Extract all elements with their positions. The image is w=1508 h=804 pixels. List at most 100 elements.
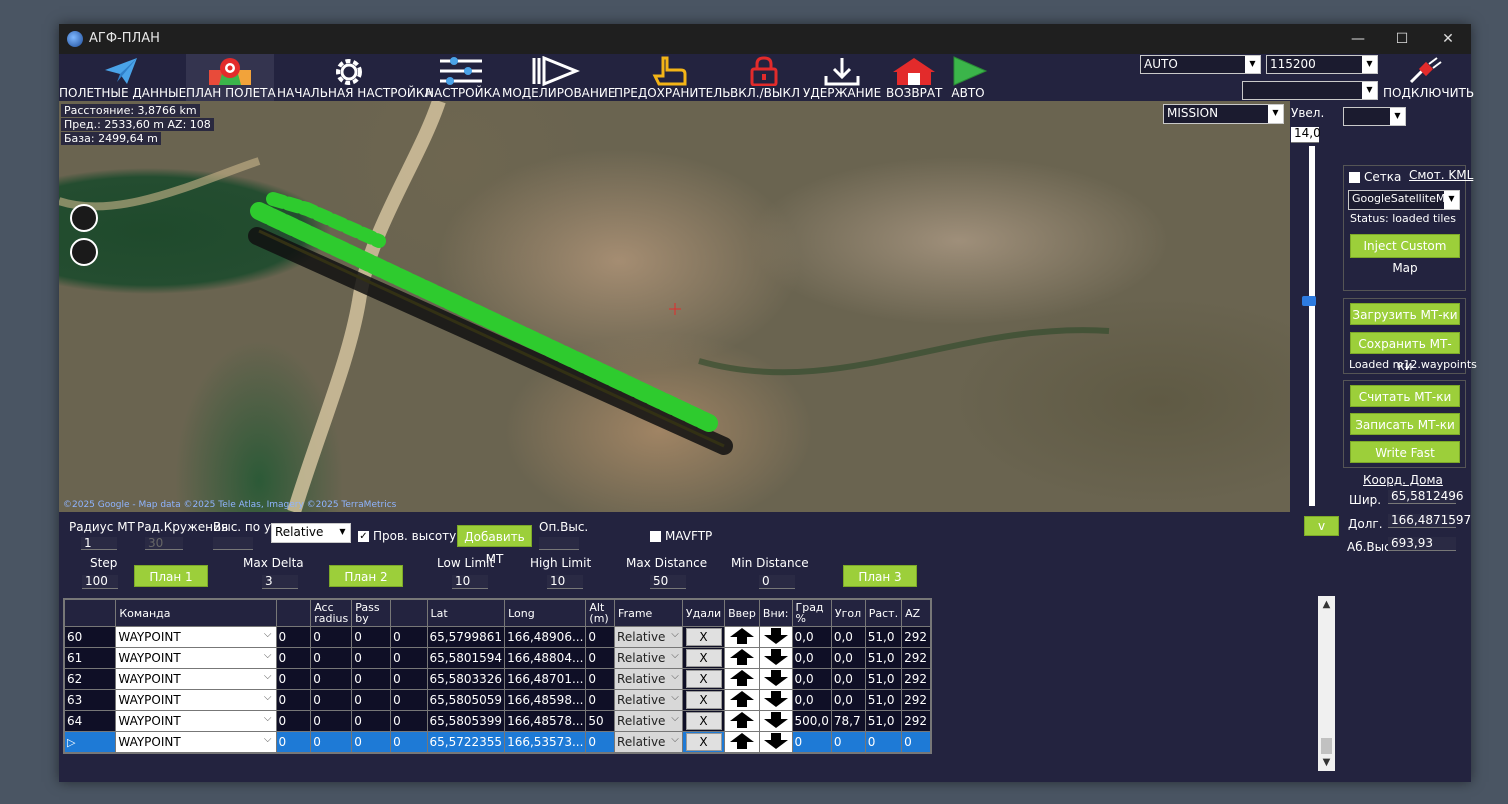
verify-height-checkbox[interactable]: ✓: [358, 531, 369, 542]
long-cell[interactable]: 166,48578...: [504, 710, 587, 732]
move-up-button[interactable]: [724, 647, 760, 669]
move-down-button[interactable]: [758, 647, 793, 669]
lat-cell[interactable]: 65,5799861: [426, 626, 506, 648]
row-number[interactable]: 64: [63, 710, 117, 732]
move-down-button[interactable]: [758, 710, 793, 732]
move-up-button[interactable]: [724, 626, 760, 648]
delete-row-button[interactable]: X: [685, 712, 722, 730]
kml-link[interactable]: Смот. KML: [1409, 168, 1473, 182]
move-up-button[interactable]: [724, 689, 760, 711]
max-distance-field[interactable]: 50: [650, 575, 686, 589]
low-limit-field[interactable]: 10: [452, 575, 488, 589]
pass-by-cell[interactable]: 0: [351, 731, 392, 753]
port-select[interactable]: ▼: [1242, 81, 1378, 100]
zoom-select[interactable]: ▼: [1343, 107, 1406, 126]
lat-cell[interactable]: 65,5801594: [426, 647, 506, 669]
zoom-icon[interactable]: [70, 238, 98, 266]
pass-by-cell[interactable]: 0: [351, 710, 392, 732]
alt-cell[interactable]: 0: [585, 668, 616, 690]
delete-row-button[interactable]: X: [685, 628, 722, 646]
toolbar-config[interactable]: НАСТРОЙКА: [425, 54, 500, 102]
write-waypoints-button[interactable]: Записать МТ-ки: [1350, 413, 1460, 435]
long-cell[interactable]: 166,48701...: [504, 668, 587, 690]
move-down-button[interactable]: [758, 731, 793, 753]
frame-select[interactable]: Relative ⌵: [614, 626, 683, 648]
param4-cell[interactable]: 0: [390, 668, 428, 690]
plan1-button[interactable]: План 1: [134, 565, 208, 587]
lat-cell[interactable]: 65,5722355: [426, 731, 506, 753]
command-select[interactable]: WAYPOINT ⌵: [115, 668, 277, 690]
alt-cell[interactable]: 0: [585, 689, 616, 711]
move-up-button[interactable]: [724, 710, 760, 732]
acc-radius-cell[interactable]: 0: [310, 731, 353, 753]
param4-cell[interactable]: 0: [390, 626, 428, 648]
map-source-select[interactable]: GoogleSatelliteMap ▼: [1348, 190, 1460, 210]
table-row[interactable]: 62 WAYPOINT ⌵ 0 0 0 0 65,5803326 166,48701... 0 Re…: [63, 668, 931, 690]
alt-cell[interactable]: 0: [585, 647, 616, 669]
toolbar-arm-disarm[interactable]: ВКЛ./ВЫКЛ: [730, 54, 800, 102]
toolbar-flight-data[interactable]: ПОЛЕТНЫЕ ДАННЫЕ: [59, 54, 186, 102]
scroll-thumb[interactable]: [1321, 738, 1332, 754]
pass-by-cell[interactable]: 0: [351, 647, 392, 669]
mavftp-checkbox[interactable]: [650, 531, 661, 542]
scroll-down-icon[interactable]: ▼: [1318, 754, 1335, 771]
expand-button[interactable]: v: [1304, 516, 1339, 536]
row-number[interactable]: 63: [63, 689, 117, 711]
delete-row-button[interactable]: X: [685, 670, 722, 688]
toolbar-loiter[interactable]: УДЕРЖАНИЕ: [803, 54, 881, 102]
min-distance-field[interactable]: 0: [759, 575, 795, 589]
move-up-button[interactable]: [724, 668, 760, 690]
move-down-button[interactable]: [758, 626, 793, 648]
param1-cell[interactable]: 0: [275, 710, 312, 732]
step-field[interactable]: 100: [82, 575, 118, 589]
param4-cell[interactable]: 0: [390, 710, 428, 732]
pass-by-cell[interactable]: 0: [351, 626, 392, 648]
command-select[interactable]: WAYPOINT ⌵: [115, 710, 277, 732]
toolbar-initial-setup[interactable]: НАЧАЛЬНАЯ НАСТРОЙКА: [277, 54, 433, 102]
map-view[interactable]: Расстояние: 3,8766 km Пред.: 2533,60 m A…: [59, 101, 1290, 512]
plan3-button[interactable]: План 3: [843, 565, 917, 587]
acc-radius-cell[interactable]: 0: [310, 647, 353, 669]
frame-select[interactable]: Relative ⌵: [614, 647, 683, 669]
home-alt-value[interactable]: 693,93: [1388, 537, 1456, 551]
minimize-button[interactable]: —: [1335, 24, 1381, 54]
command-select[interactable]: WAYPOINT ⌵: [115, 689, 277, 711]
acc-radius-cell[interactable]: 0: [310, 626, 353, 648]
wp-radius-field[interactable]: 1: [81, 537, 117, 550]
lat-cell[interactable]: 65,5803326: [426, 668, 506, 690]
param1-cell[interactable]: 0: [275, 689, 312, 711]
op-alt-field[interactable]: [539, 537, 579, 550]
max-delta-field[interactable]: 3: [262, 575, 298, 589]
param4-cell[interactable]: 0: [390, 731, 428, 753]
pass-by-cell[interactable]: 0: [351, 689, 392, 711]
param1-cell[interactable]: 0: [275, 626, 312, 648]
long-cell[interactable]: 166,48906...: [504, 626, 587, 648]
inject-map-button[interactable]: Inject Custom Map: [1350, 234, 1460, 275]
maximize-button[interactable]: ☐: [1379, 24, 1425, 54]
toolbar-auto[interactable]: АВТО: [946, 54, 990, 102]
row-number[interactable]: 61: [63, 647, 117, 669]
table-row[interactable]: 61 WAYPOINT ⌵ 0 0 0 0 65,5801594 166,48804... 0 Re…: [63, 647, 931, 669]
baud-select[interactable]: 115200 ▼: [1266, 55, 1378, 74]
loiter-radius-field[interactable]: 30: [145, 537, 183, 550]
zoom-value[interactable]: 14,0: [1291, 127, 1321, 143]
mode-select[interactable]: AUTO ▼: [1140, 55, 1261, 74]
move-down-button[interactable]: [758, 668, 793, 690]
command-select[interactable]: WAYPOINT ⌵: [115, 731, 277, 753]
table-scrollbar[interactable]: ▲ ▼: [1318, 596, 1335, 771]
zoom-slider-handle[interactable]: [1302, 296, 1316, 306]
row-number[interactable]: 60: [63, 626, 117, 648]
add-waypoint-button[interactable]: Добавить МТ: [457, 525, 532, 566]
toolbar-rtl[interactable]: ВОЗВРАТ: [886, 54, 942, 102]
zoom-slider[interactable]: [1309, 146, 1315, 506]
param1-cell[interactable]: 0: [275, 668, 312, 690]
table-row[interactable]: ▷ WAYPOINT ⌵ 0 0 0 0 65,5722355 166,53573... 0 Rel…: [63, 731, 931, 753]
close-button[interactable]: ✕: [1425, 24, 1471, 54]
long-cell[interactable]: 166,53573...: [504, 731, 587, 753]
param1-cell[interactable]: 0: [275, 731, 312, 753]
row-number[interactable]: 62: [63, 668, 117, 690]
move-down-button[interactable]: [758, 689, 793, 711]
delete-row-button[interactable]: X: [685, 691, 722, 709]
param4-cell[interactable]: 0: [390, 689, 428, 711]
acc-radius-cell[interactable]: 0: [310, 668, 353, 690]
